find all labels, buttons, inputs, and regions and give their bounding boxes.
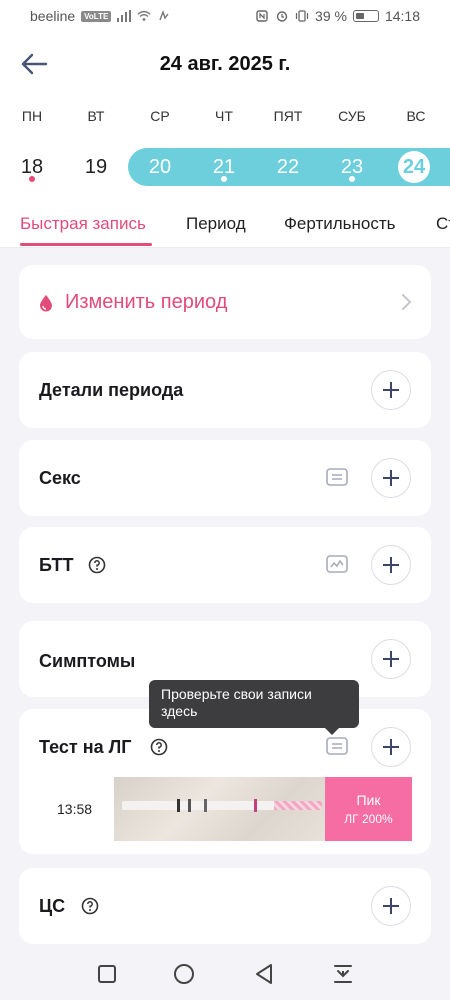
change-period-label: Изменить период	[65, 291, 228, 313]
carrier-name: beeline	[30, 8, 76, 24]
change-period-card[interactable]: Изменить период	[19, 265, 431, 339]
drop-icon	[40, 295, 52, 312]
status-bar: beeline VoLTE 39 % 14:18	[0, 0, 450, 32]
add-cm-button[interactable]	[371, 886, 411, 926]
tab-quick-log[interactable]: Быстрая запись	[20, 214, 146, 234]
clock: 14:18	[384, 8, 420, 24]
card-title: БТТ	[39, 555, 74, 575]
page-title: 24 авг. 2025 г.	[159, 52, 291, 75]
chart-icon[interactable]	[326, 555, 348, 573]
volte-badge: VoLTE	[81, 10, 112, 22]
weekday-label: СУБ	[338, 108, 366, 124]
plus-icon	[383, 898, 399, 914]
card-title: Детали периода	[39, 380, 184, 400]
plus-icon	[383, 382, 399, 398]
sex-card: Секс	[19, 440, 431, 516]
back-button[interactable]	[18, 50, 50, 78]
active-tab-indicator	[20, 243, 152, 246]
bbt-card: БТТ	[19, 527, 431, 603]
strip-absorbent-pad	[274, 801, 322, 810]
day-20[interactable]: 20	[128, 148, 192, 186]
day-19[interactable]: 19	[64, 148, 128, 186]
signal-icon	[117, 10, 132, 22]
lh-result-badge: Пик ЛГ 200%	[325, 777, 412, 841]
lh-result-label: Пик	[356, 792, 381, 808]
strip-test-line	[254, 799, 257, 812]
notes-icon[interactable]	[326, 737, 348, 755]
help-icon[interactable]	[88, 556, 106, 574]
weekday-label: ПЯТ	[273, 108, 303, 124]
lh-entry-time: 13:58	[57, 801, 93, 817]
lh-test-photo[interactable]	[114, 777, 325, 841]
log-dot	[29, 176, 35, 182]
tab-bar: Быстрая запись Период Фертильность Ст	[0, 196, 450, 248]
battery-percent: 39 %	[315, 8, 347, 24]
plus-icon	[383, 557, 399, 573]
home-button[interactable]	[172, 962, 196, 986]
strip-control-line	[177, 799, 180, 812]
strip-marker	[188, 799, 191, 812]
card-title: Секс	[39, 468, 81, 488]
tab-fertility[interactable]: Фертильность	[284, 214, 396, 234]
weekday-label: ЧТ	[215, 108, 233, 124]
notes-icon[interactable]	[326, 468, 348, 486]
weekday-label: ВС	[406, 108, 426, 124]
log-dot	[349, 176, 355, 182]
add-sex-button[interactable]	[371, 458, 411, 498]
help-icon[interactable]	[150, 738, 168, 756]
notification-icon	[157, 10, 171, 22]
day-24[interactable]: 24	[382, 148, 446, 186]
add-bbt-button[interactable]	[371, 545, 411, 585]
add-lh-test-button[interactable]	[371, 727, 411, 767]
weekday-label: СР	[150, 108, 170, 124]
alarm-icon	[275, 10, 289, 22]
pull-down-icon	[334, 965, 352, 983]
week-calendar: ПН ВТ СР ЧТ ПЯТ СУБ ВС 18 19 20 21 22 23…	[0, 96, 450, 196]
nfc-icon	[255, 10, 269, 22]
tab-period[interactable]: Период	[186, 214, 246, 234]
weekday-label: ПН	[21, 108, 43, 124]
plus-icon	[383, 739, 399, 755]
notifications-pull-button[interactable]	[331, 962, 355, 986]
plus-icon	[383, 470, 399, 486]
add-symptoms-button[interactable]	[371, 639, 411, 679]
lh-result-value: ЛГ 200%	[344, 812, 393, 826]
tab-more[interactable]: Ст	[436, 214, 450, 234]
card-title: Тест на ЛГ	[39, 737, 132, 757]
circle-icon	[174, 964, 194, 984]
header: 24 авг. 2025 г.	[0, 32, 450, 96]
system-nav-bar	[0, 948, 450, 1000]
card-title: Симптомы	[39, 651, 136, 671]
chevron-right-icon	[402, 294, 412, 310]
cm-card: ЦС	[19, 868, 431, 944]
wifi-icon	[137, 10, 151, 22]
card-title: ЦС	[39, 896, 66, 916]
plus-icon	[383, 651, 399, 667]
triangle-back-icon	[256, 964, 272, 984]
weekday-label: ВТ	[87, 108, 105, 124]
strip-marker	[204, 799, 207, 812]
back-nav-button[interactable]	[252, 962, 276, 986]
period-details-card: Детали периода	[19, 352, 431, 428]
square-icon	[98, 965, 116, 983]
battery-icon	[352, 10, 379, 22]
tooltip: Проверьте свои записи здесь	[149, 680, 359, 735]
log-dot	[221, 176, 227, 182]
vibrate-icon	[295, 10, 309, 22]
day-22[interactable]: 22	[256, 148, 320, 186]
recents-button[interactable]	[95, 962, 119, 986]
add-period-details-button[interactable]	[371, 370, 411, 410]
lh-test-card: Тест на ЛГ 13:58 Пик ЛГ 200%	[19, 709, 431, 854]
arrow-left-icon	[21, 53, 48, 75]
help-icon[interactable]	[81, 897, 99, 915]
